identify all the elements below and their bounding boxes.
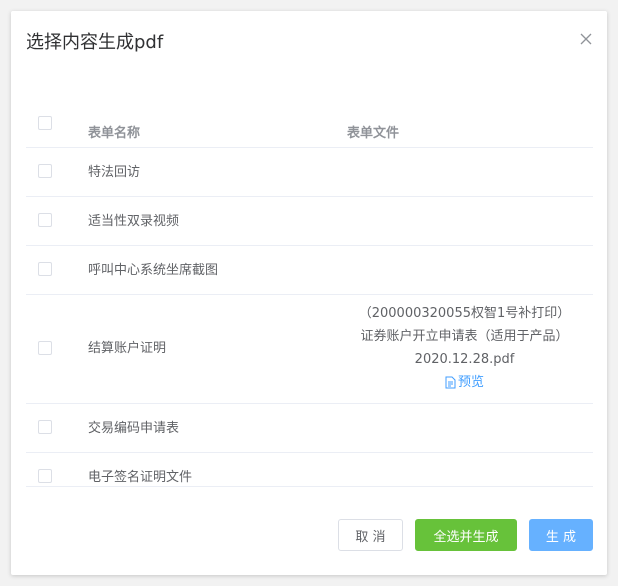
- generate-pdf-dialog: 选择内容生成pdf 表单名称 表单文件 特法回访 适当性双录视频 呼叫中心系统坐…: [11, 11, 607, 575]
- form-name: 适当性双录视频: [88, 214, 180, 229]
- close-icon[interactable]: [579, 31, 593, 45]
- row-checkbox[interactable]: [38, 213, 52, 227]
- row-checkbox[interactable]: [38, 164, 52, 178]
- table-row: 呼叫中心系统坐席截图: [26, 246, 593, 295]
- form-name: 呼叫中心系统坐席截图: [88, 263, 219, 278]
- table-row: 适当性双录视频: [26, 197, 593, 246]
- select-all-checkbox[interactable]: [38, 116, 52, 130]
- select-all-generate-button[interactable]: 全选并生成: [415, 519, 517, 551]
- preview-label: 预览: [457, 375, 484, 390]
- row-checkbox[interactable]: [38, 341, 52, 355]
- file-name-line: 2020.12.28.pdf: [414, 352, 515, 367]
- header-form-name: 表单名称: [88, 126, 141, 141]
- form-table: 表单名称 表单文件 特法回访 适当性双录视频 呼叫中心系统坐席截图 结算账户证明…: [26, 99, 593, 498]
- row-checkbox[interactable]: [38, 469, 52, 483]
- table-row: 特法回访: [26, 148, 593, 197]
- dialog-title: 选择内容生成pdf: [26, 32, 164, 53]
- table-row: 交易编码申请表: [26, 404, 593, 453]
- row-checkbox[interactable]: [38, 420, 52, 434]
- header-form-file: 表单文件: [347, 126, 400, 141]
- cancel-button[interactable]: 取 消: [338, 519, 403, 551]
- table-header-row: 表单名称 表单文件: [26, 99, 593, 148]
- generate-button[interactable]: 生 成: [529, 519, 593, 551]
- preview-link[interactable]: 预览: [445, 371, 484, 394]
- form-name: 特法回访: [88, 165, 141, 180]
- file-name-line: （200000320055权智1号补打印）: [358, 306, 571, 321]
- form-name: 结算账户证明: [88, 341, 167, 356]
- table-bottom-divider: [26, 486, 593, 487]
- document-icon: [445, 376, 456, 389]
- form-name: 电子签名证明文件: [88, 470, 193, 485]
- form-file-cell: （200000320055权智1号补打印） 证券账户开立申请表（适用于产品） 2…: [326, 302, 593, 397]
- table-row: 电子签名证明文件: [26, 453, 593, 498]
- table-row: 结算账户证明 （200000320055权智1号补打印） 证券账户开立申请表（适…: [26, 295, 593, 404]
- file-name-line: 证券账户开立申请表（适用于产品）: [360, 329, 569, 344]
- row-checkbox[interactable]: [38, 262, 52, 276]
- form-name: 交易编码申请表: [88, 421, 180, 436]
